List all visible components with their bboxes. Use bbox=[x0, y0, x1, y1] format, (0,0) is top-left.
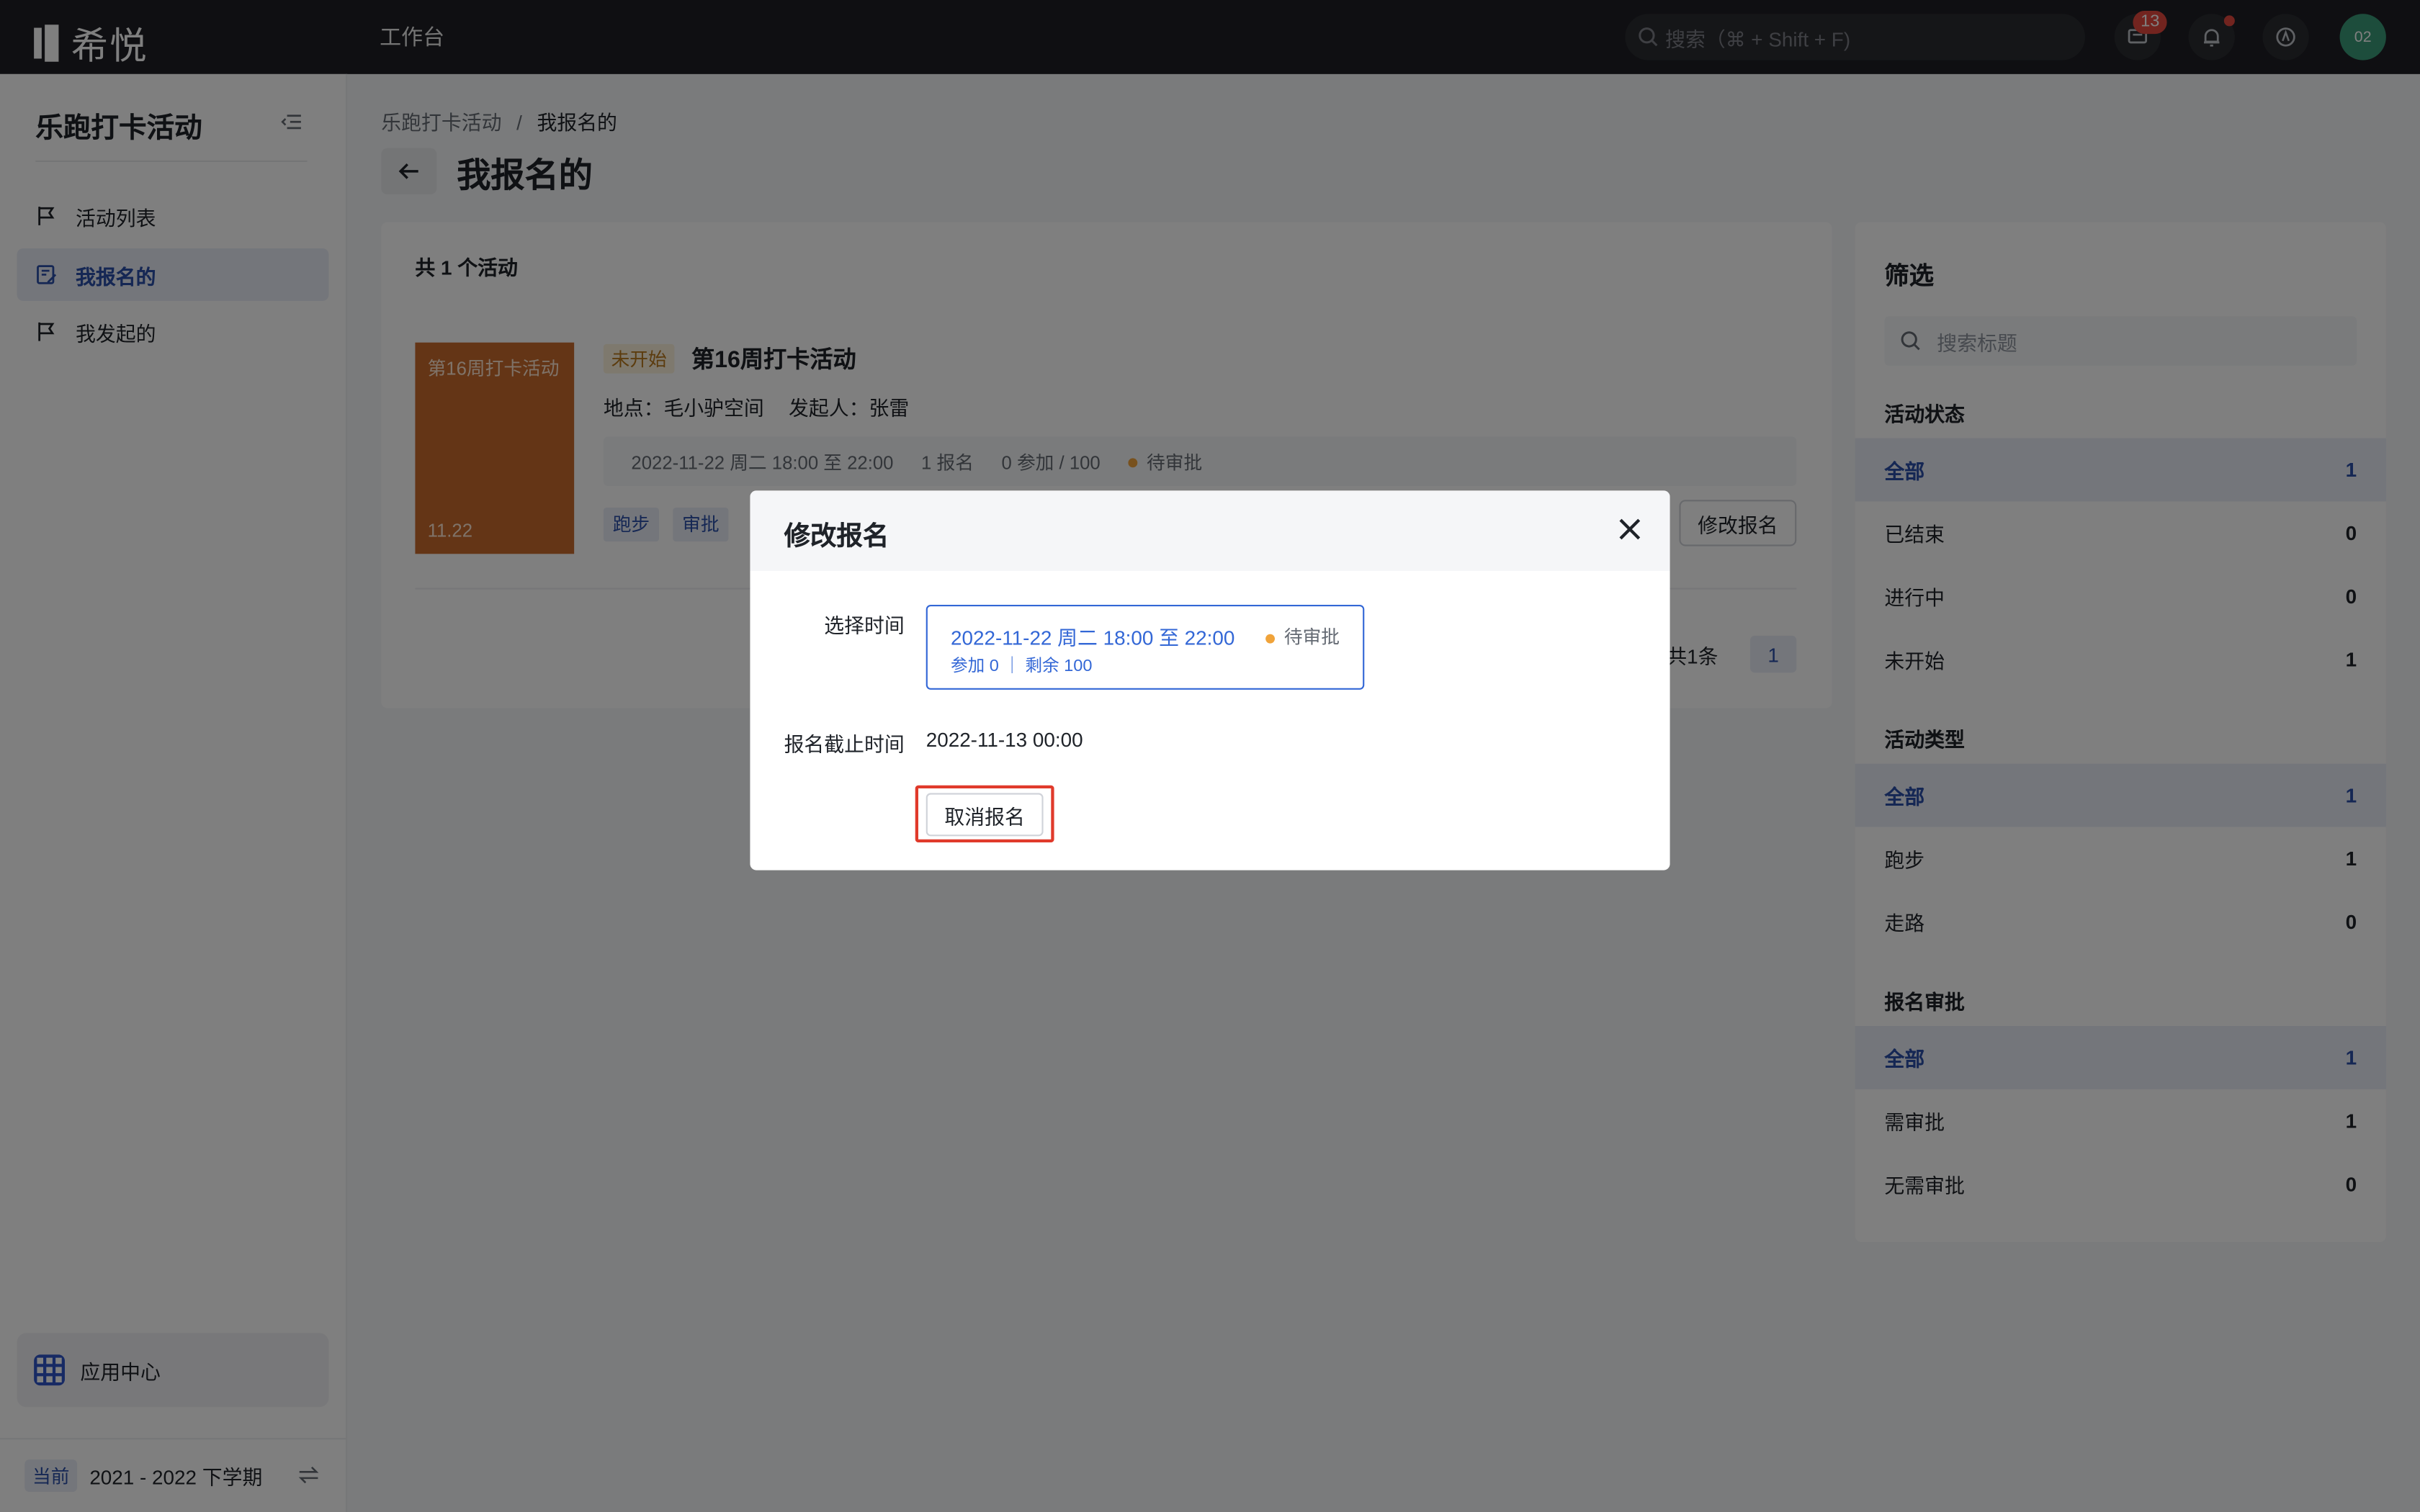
close-icon[interactable] bbox=[1614, 514, 1645, 545]
time-option-status: 待审批 bbox=[1265, 624, 1340, 649]
time-option-detail: 参加 0 ｜ 剩余 100 bbox=[951, 657, 1093, 676]
deadline-label: 报名截止时间 bbox=[784, 732, 905, 756]
modal-header: 修改报名 bbox=[750, 490, 1670, 571]
pending-dot-icon bbox=[1265, 634, 1275, 644]
modal-title: 修改报名 bbox=[784, 521, 889, 551]
select-time-label: 选择时间 bbox=[824, 613, 905, 637]
time-option-text: 2022-11-22 周二 18:00 至 22:00 bbox=[951, 626, 1235, 650]
cancel-signup-button[interactable]: 取消报名 bbox=[926, 793, 1044, 837]
edit-signup-modal: 修改报名 选择时间 2022-11-22 周二 18:00 至 22:00 待审… bbox=[750, 490, 1670, 870]
time-option[interactable]: 2022-11-22 周二 18:00 至 22:00 待审批 参加 0 ｜ 剩… bbox=[926, 605, 1365, 690]
deadline-value: 2022-11-13 00:00 bbox=[926, 728, 1083, 752]
